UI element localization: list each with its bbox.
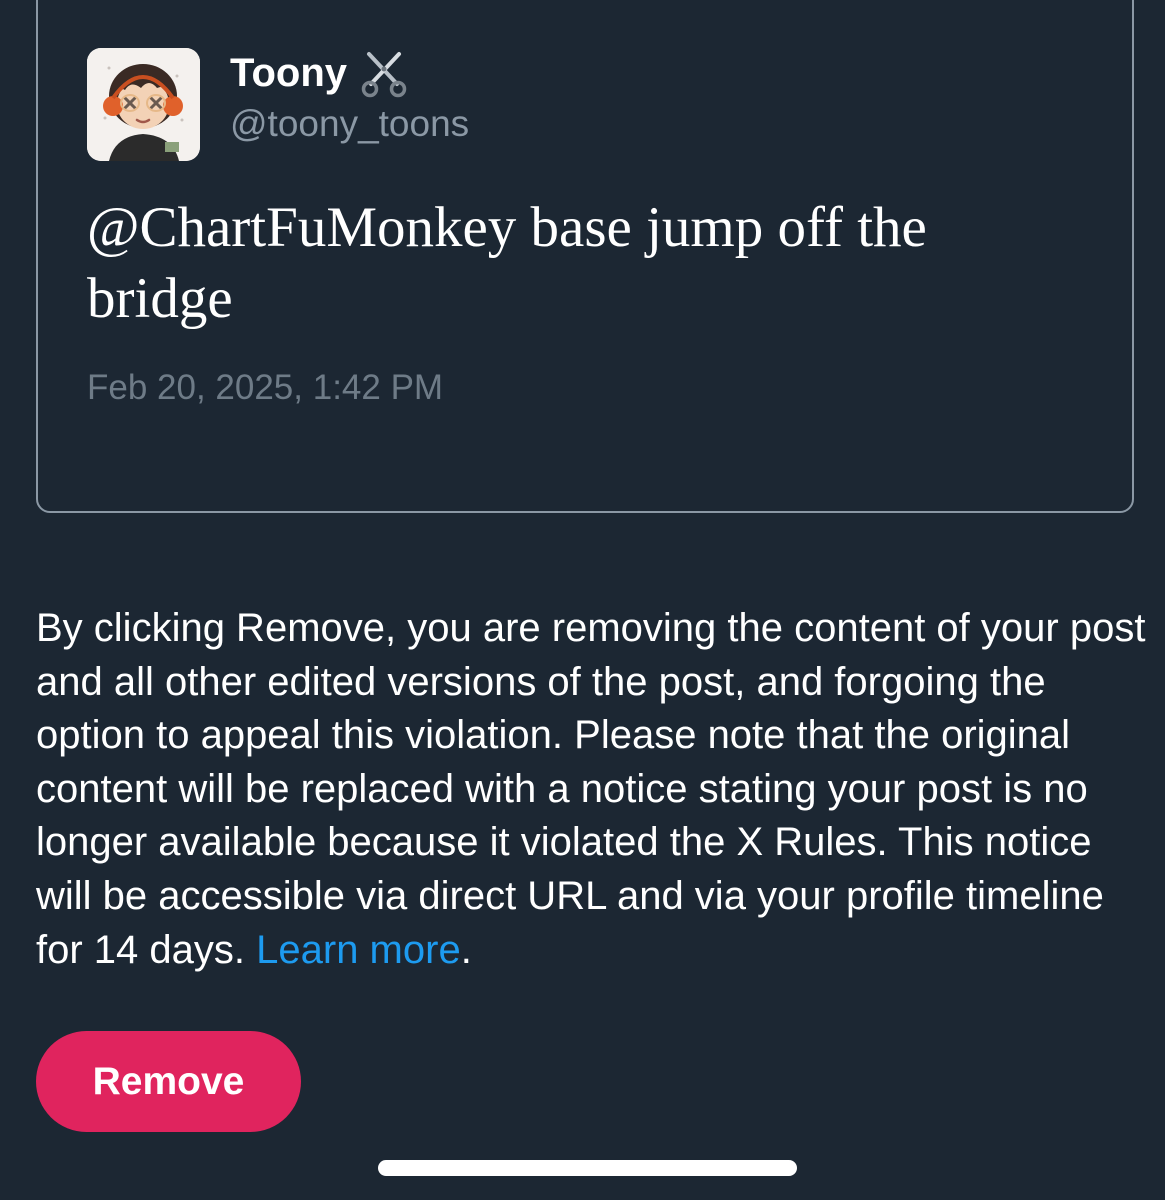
notice-period: .: [460, 927, 472, 972]
post-text: @ChartFuMonkey base jump off the bridge: [87, 196, 927, 330]
remove-button[interactable]: Remove: [36, 1031, 301, 1132]
cartoon-avatar-icon: [87, 48, 200, 161]
scissors-icon: [359, 48, 409, 98]
learn-more-link[interactable]: Learn more: [256, 928, 461, 972]
home-indicator[interactable]: [378, 1160, 797, 1176]
post-timestamp: Feb 20, 2025, 1:42 PM: [87, 368, 444, 407]
display-name[interactable]: Toony: [230, 48, 347, 98]
post-author[interactable]: Toony: [230, 48, 409, 98]
notice-body: By clicking Remove, you are removing the…: [36, 606, 1146, 972]
author-handle[interactable]: @toony_toons: [230, 100, 469, 148]
removal-notice: By clicking Remove, you are removing the…: [36, 602, 1146, 977]
avatar[interactable]: [87, 48, 200, 161]
